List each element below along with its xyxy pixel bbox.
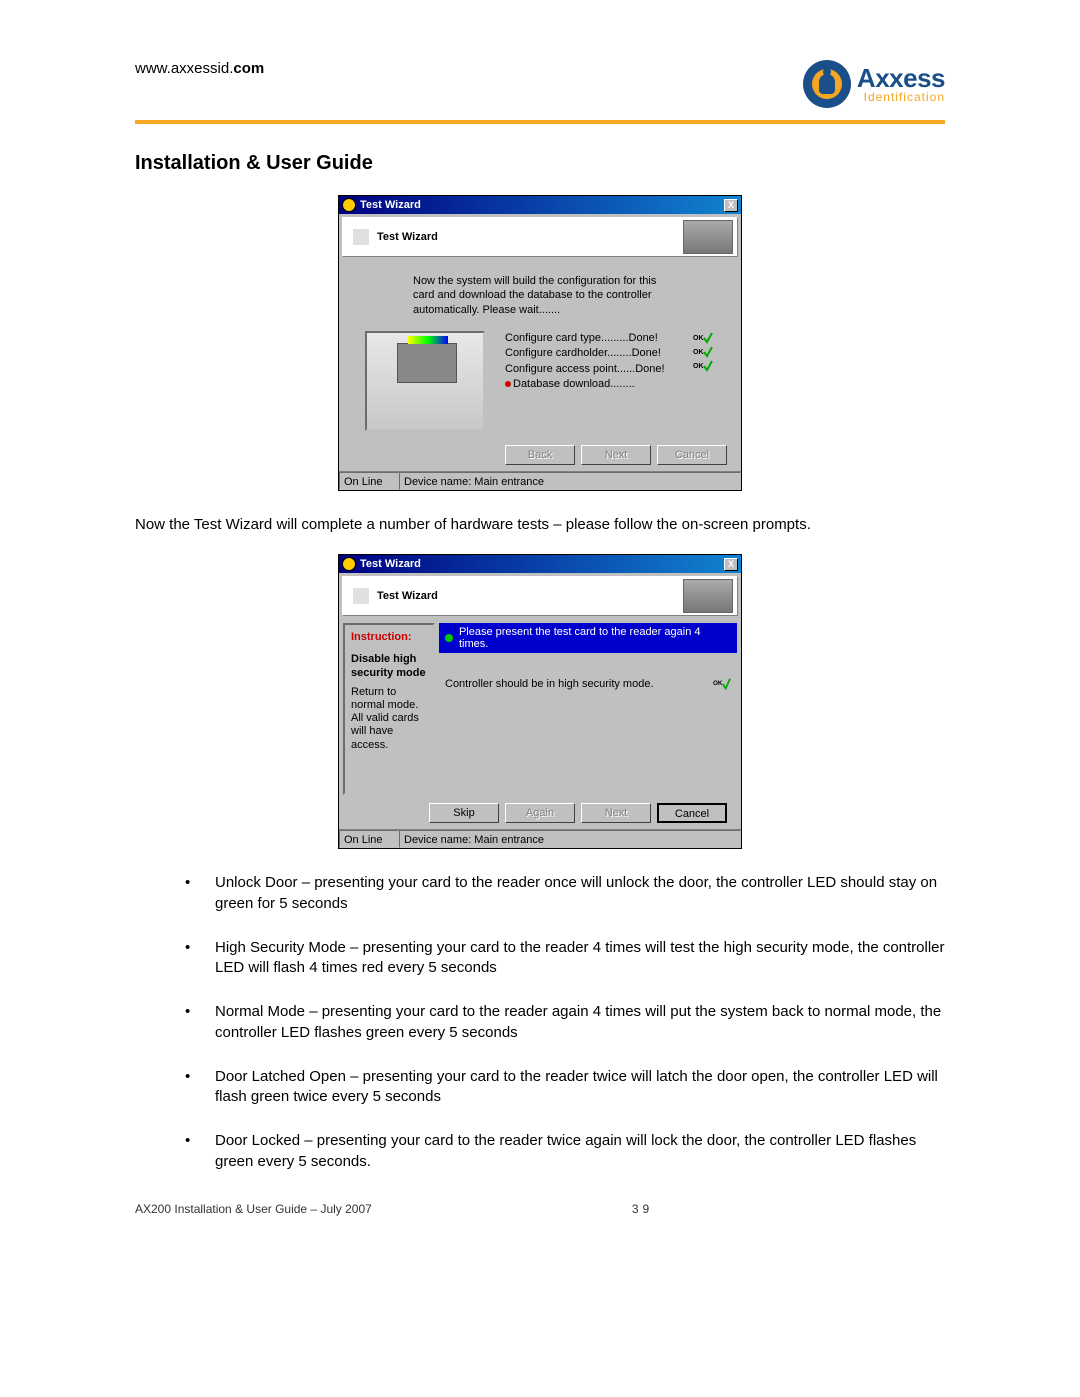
page-number: 39 — [632, 1202, 653, 1216]
wizard1-window: Test Wizard X Test Wizard Now the system… — [338, 195, 742, 491]
again-button[interactable]: Again — [505, 803, 575, 823]
wizard-header-icon — [353, 229, 369, 245]
wizard2-header-title: Test Wizard — [377, 590, 438, 602]
header-url: www.axxessid.com — [135, 60, 264, 77]
step-3: Configure access point......Done! — [505, 362, 665, 377]
page-title: Installation & User Guide — [135, 152, 945, 175]
brand-logo: Axxess Identification — [803, 60, 945, 108]
wizard1-message: Now the system will build the configurat… — [413, 274, 667, 317]
ok-marks: OK OK OK — [693, 331, 713, 373]
next-button[interactable]: Next — [581, 445, 651, 465]
skip-button[interactable]: Skip — [429, 803, 499, 823]
cancel-button[interactable]: Cancel — [657, 445, 727, 465]
next-button[interactable]: Next — [581, 803, 651, 823]
busy-dot-icon — [505, 381, 511, 387]
back-button[interactable]: Back — [505, 445, 575, 465]
instruction-text: Return to normal mode. All valid cards w… — [351, 686, 427, 752]
bullet-list: Unlock Door – presenting your card to th… — [185, 873, 945, 1172]
bullet-unlock: Unlock Door – presenting your card to th… — [185, 873, 945, 914]
instruction-label: Instruction: — [351, 631, 427, 643]
instruction-heading: Disable high security mode — [351, 653, 427, 679]
bullet-locked: Door Locked – presenting your card to th… — [185, 1131, 945, 1172]
bullet-normal-mode: Normal Mode – presenting your card to th… — [185, 1002, 945, 1043]
app-icon — [342, 198, 356, 212]
close-icon[interactable]: X — [724, 199, 738, 212]
wizard2-title: Test Wizard — [360, 558, 724, 570]
wizard1-steps: Configure card type.........Done! Config… — [505, 331, 665, 393]
instruction-banner: Please present the test card to the read… — [439, 623, 737, 653]
step-4: Database download........ — [505, 377, 665, 392]
wizard2-titlebar: Test Wizard X — [339, 555, 741, 573]
header-divider — [135, 120, 945, 124]
app-icon — [342, 557, 356, 571]
paragraph-1: Now the Test Wizard will complete a numb… — [135, 515, 945, 535]
wizard1-title: Test Wizard — [360, 199, 724, 211]
cancel-button[interactable]: Cancel — [657, 803, 727, 823]
wizard-header-image — [683, 579, 733, 613]
wizard-header-image — [683, 220, 733, 254]
logo-sub-text: Identification — [857, 91, 945, 103]
page-footer: AX200 Installation & User Guide – July 2… — [135, 1202, 945, 1216]
wizard2-window: Test Wizard X Test Wizard Instruction: D… — [338, 554, 742, 849]
wizard1-header-title: Test Wizard — [377, 231, 438, 243]
svg-text:OK: OK — [693, 349, 704, 356]
status-dot-icon — [445, 634, 453, 642]
bullet-high-security: High Security Mode – presenting your car… — [185, 938, 945, 979]
svg-text:OK: OK — [713, 680, 723, 687]
mid-text: Controller should be in high security mo… — [445, 678, 654, 690]
status-online: On Line — [339, 830, 399, 848]
status-device: Device name: Main entrance — [399, 830, 741, 848]
svg-text:OK: OK — [693, 363, 704, 370]
step-1: Configure card type.........Done! — [505, 331, 665, 346]
bullet-latched: Door Latched Open – presenting your card… — [185, 1067, 945, 1108]
printer-illustration — [365, 331, 485, 431]
close-icon[interactable]: X — [724, 558, 738, 571]
instruction-panel: Instruction: Disable high security mode … — [343, 623, 435, 795]
step-2: Configure cardholder........Done! — [505, 346, 665, 361]
footer-left: AX200 Installation & User Guide – July 2… — [135, 1202, 372, 1216]
status-device: Device name: Main entrance — [399, 472, 741, 490]
wizard1-titlebar: Test Wizard X — [339, 196, 741, 214]
wizard-header-icon — [353, 588, 369, 604]
svg-text:OK: OK — [693, 335, 704, 342]
logo-brand-text: Axxess — [857, 65, 945, 91]
ok-check-icon: OK — [713, 677, 731, 691]
status-online: On Line — [339, 472, 399, 490]
